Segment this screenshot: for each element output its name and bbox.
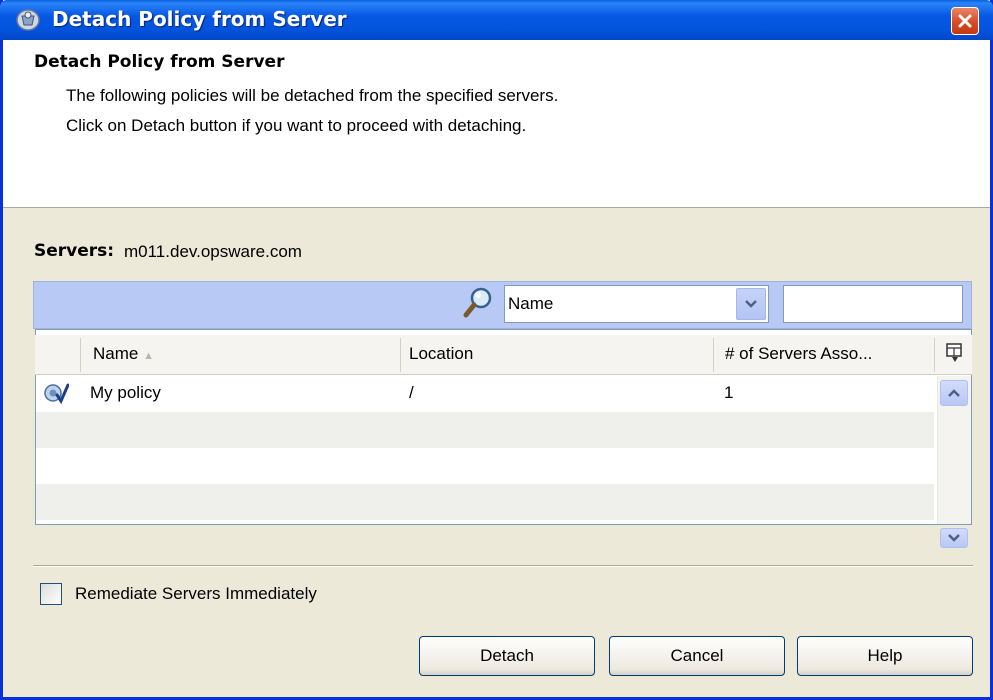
cancel-button[interactable]: Cancel — [609, 636, 785, 676]
header-description-line2: Click on Detach button if you want to pr… — [66, 116, 527, 135]
column-divider[interactable] — [713, 338, 714, 372]
sort-ascending-icon: ▲ — [143, 350, 154, 362]
filter-dropdown-button[interactable] — [736, 288, 766, 320]
remediate-checkbox[interactable] — [40, 583, 62, 605]
table-row[interactable] — [36, 376, 934, 412]
scroll-down-button[interactable] — [940, 528, 968, 548]
close-icon — [958, 14, 972, 28]
table-row-empty — [36, 448, 934, 484]
column-header-name[interactable]: Name ▲ — [93, 344, 154, 364]
column-header-location[interactable]: Location — [409, 344, 473, 364]
table-row-empty — [36, 484, 934, 520]
policy-icon — [44, 383, 69, 405]
help-button[interactable]: Help — [797, 636, 973, 676]
policy-shield-icon — [16, 9, 40, 31]
chevron-down-icon — [745, 300, 757, 308]
header-description-line1: The following policies will be detached … — [66, 86, 559, 105]
column-divider[interactable] — [400, 338, 401, 372]
separator — [33, 565, 973, 567]
detach-button[interactable]: Detach — [419, 636, 595, 676]
window-title: Detach Policy from Server — [52, 7, 347, 31]
column-header-servers-associated[interactable]: # of Servers Asso... — [725, 344, 872, 364]
cell-policy-name: My policy — [90, 383, 161, 402]
column-divider — [80, 338, 81, 372]
table-row-empty — [36, 520, 934, 524]
chevron-down-icon — [948, 534, 960, 542]
servers-value: m011.dev.opsware.com — [124, 242, 302, 261]
chevron-up-icon — [948, 389, 960, 397]
header-title: Detach Policy from Server — [34, 52, 285, 72]
column-divider — [934, 338, 935, 372]
cell-servers-associated: 1 — [724, 383, 734, 402]
cell-policy-location: / — [409, 383, 414, 402]
filter-field-value: Name — [508, 294, 554, 313]
scroll-up-button[interactable] — [940, 380, 968, 406]
filter-text-input[interactable] — [783, 285, 963, 323]
table-row-empty — [36, 412, 934, 448]
column-chooser-icon[interactable] — [946, 343, 964, 363]
servers-label: Servers: — [34, 241, 115, 261]
remediate-label[interactable]: Remediate Servers Immediately — [75, 584, 317, 604]
title-bar[interactable]: Detach Policy from Server — [0, 0, 993, 40]
search-icon — [463, 287, 492, 318]
close-button[interactable] — [951, 7, 979, 35]
